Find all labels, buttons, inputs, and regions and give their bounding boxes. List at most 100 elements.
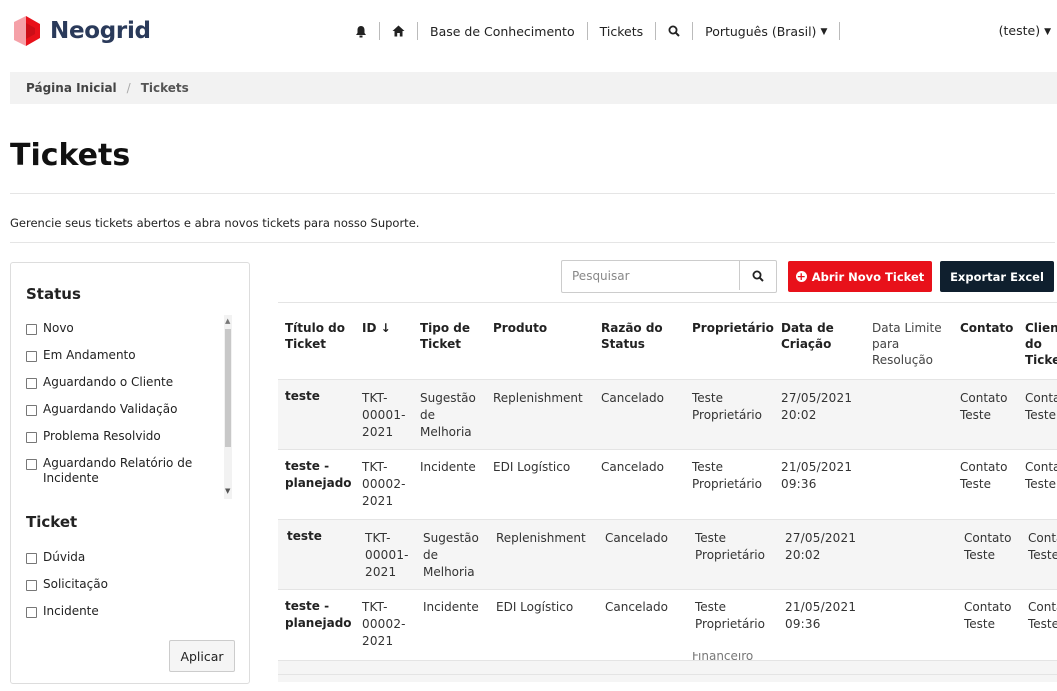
cell-title[interactable]: teste	[287, 528, 352, 545]
cell-client: Contato Teste	[1025, 460, 1057, 491]
main-nav: Base de Conhecimento Tickets Português (…	[355, 22, 852, 40]
col-header-owner[interactable]: Proprietário	[692, 320, 774, 336]
new-ticket-label: Abrir Novo Ticket	[811, 269, 925, 284]
cell-title[interactable]: teste - planejado	[285, 598, 353, 632]
ticket-option-incidente[interactable]: Incidente	[26, 604, 226, 619]
cell-client: Contato Teste	[1028, 531, 1057, 562]
status-option-aguardando-validacao[interactable]: Aguardando Validação	[26, 402, 226, 417]
language-dropdown[interactable]: Português (Brasil) ▼	[705, 24, 827, 39]
col-header-client[interactable]: Cliente do Ticket	[1025, 320, 1057, 368]
cell-contact: Contato Teste	[964, 600, 1012, 631]
row-divider	[278, 379, 1057, 380]
status-option-em-andamento[interactable]: Em Andamento	[26, 348, 226, 363]
new-ticket-button[interactable]: + Abrir Novo Ticket	[788, 261, 932, 292]
cell-status-reason: Cancelado	[605, 600, 668, 614]
table-row[interactable]	[278, 661, 1057, 682]
option-label: Em Andamento	[43, 348, 136, 362]
cell-id: TKT-00001-2021	[362, 391, 406, 439]
checkbox[interactable]	[26, 324, 37, 335]
nav-knowledge-base[interactable]: Base de Conhecimento	[430, 24, 575, 39]
filter-panel: Status Novo Em Andamento Aguardando o Cl…	[10, 262, 250, 684]
scrollbar-thumb[interactable]	[225, 329, 231, 447]
checkbox[interactable]	[26, 405, 37, 416]
nav-separator	[417, 22, 418, 40]
col-header-id[interactable]: ID ↓	[362, 320, 391, 336]
search-button[interactable]	[739, 261, 776, 290]
cell-product: Replenishment	[496, 531, 586, 545]
cell-title[interactable]: teste	[285, 388, 350, 405]
ticket-filter-title: Ticket	[26, 513, 78, 531]
checkbox[interactable]	[26, 553, 37, 564]
chevron-down-icon: ▼	[1044, 26, 1051, 37]
nav-separator	[839, 22, 841, 40]
col-header-type[interactable]: Tipo de Ticket	[420, 320, 476, 352]
cell-contact: Contato Teste	[964, 531, 1012, 562]
ticket-filter-list[interactable]: Dúvida Solicitação Incidente	[26, 550, 226, 631]
status-scrollbar[interactable]: ▲ ▼	[224, 315, 232, 499]
search-icon	[752, 270, 764, 282]
col-header-title[interactable]: Título do Ticket	[285, 320, 345, 352]
chevron-down-icon: ▼	[820, 27, 828, 37]
neogrid-logo-icon	[10, 14, 44, 48]
cell-id: TKT-00002-2021	[362, 600, 406, 648]
cell-client: Contato Teste	[1028, 600, 1057, 631]
nav-separator	[586, 22, 588, 40]
breadcrumb-home[interactable]: Página Inicial	[26, 81, 117, 95]
checkbox[interactable]	[26, 607, 37, 618]
bell-icon[interactable]	[355, 25, 367, 38]
divider	[10, 193, 1055, 194]
option-label: Solicitação	[43, 577, 108, 591]
cell-created: 21/05/2021 09:36	[781, 460, 853, 491]
export-excel-button[interactable]: Exportar Excel	[940, 261, 1054, 292]
status-filter-list[interactable]: Novo Em Andamento Aguardando o Cliente A…	[26, 321, 226, 498]
user-menu[interactable]: (teste) ▼	[999, 23, 1051, 38]
checkbox[interactable]	[26, 378, 37, 389]
cell-id: TKT-00001-2021	[365, 531, 409, 579]
user-name: (teste)	[998, 23, 1041, 38]
col-header-deadline[interactable]: Data Limite para Resolução	[872, 320, 950, 368]
cell-owner: Teste Proprietário	[692, 391, 762, 422]
ticket-option-solicitacao[interactable]: Solicitação	[26, 577, 226, 592]
search-box	[561, 260, 777, 293]
checkbox[interactable]	[26, 459, 37, 470]
ticket-option-duvida[interactable]: Dúvida	[26, 550, 226, 565]
status-option-problema-resolvido[interactable]: Problema Resolvido	[26, 429, 226, 444]
col-header-status-reason[interactable]: Razão do Status	[601, 320, 667, 352]
cell-title[interactable]: teste - planejado	[285, 458, 353, 492]
checkbox[interactable]	[26, 432, 37, 443]
status-option-aguardando-relatorio[interactable]: Aguardando Relatório de Incidente	[26, 456, 226, 486]
cell-product: EDI Logístico	[493, 460, 571, 474]
col-header-contact[interactable]: Contato	[960, 320, 1013, 336]
cell-created: 21/05/2021 09:36	[785, 600, 857, 631]
cell-product: Replenishment	[493, 391, 583, 405]
breadcrumb-separator: /	[126, 81, 131, 95]
col-header-created[interactable]: Data de Criação	[781, 320, 841, 352]
cell-status-reason: Cancelado	[601, 391, 664, 405]
cell-owner: Teste Proprietário	[695, 600, 765, 631]
status-option-novo[interactable]: Novo	[26, 321, 226, 336]
option-label: Aguardando o Cliente	[43, 375, 174, 389]
cell-type: Sugestão de Melhoria	[423, 531, 479, 579]
nav-separator	[692, 22, 694, 40]
row-divider	[278, 589, 1057, 590]
col-header-id-label: ID	[362, 321, 377, 335]
search-input[interactable]	[562, 261, 734, 290]
checkbox[interactable]	[26, 580, 37, 591]
status-option-aguardando-cliente[interactable]: Aguardando o Cliente	[26, 375, 226, 390]
neogrid-logo[interactable]: Neogrid	[10, 14, 151, 48]
checkbox[interactable]	[26, 351, 37, 362]
divider	[10, 242, 1055, 243]
status-filter-title: Status	[26, 285, 81, 303]
scroll-up-icon[interactable]: ▲	[225, 317, 230, 325]
sort-desc-icon: ↓	[380, 321, 391, 335]
nav-tickets[interactable]: Tickets	[600, 24, 644, 39]
col-header-product[interactable]: Produto	[493, 320, 547, 336]
search-icon[interactable]	[668, 25, 680, 37]
nav-separator	[379, 22, 380, 40]
scroll-down-icon[interactable]: ▼	[225, 487, 230, 495]
home-icon[interactable]	[392, 25, 405, 37]
option-label: Novo	[43, 321, 74, 335]
table-border	[278, 302, 1057, 303]
page-title: Tickets	[10, 138, 131, 173]
apply-filters-button[interactable]: Aplicar	[169, 640, 235, 672]
